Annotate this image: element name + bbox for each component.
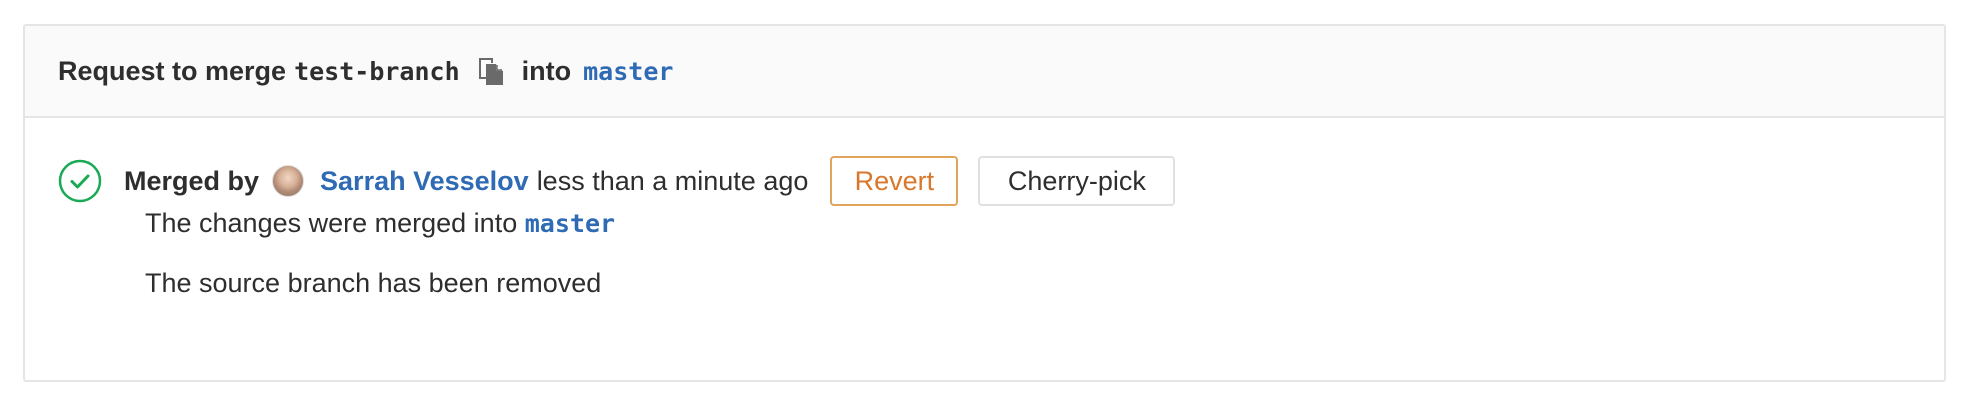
merge-status-row: Merged by Sarrah Vesselov less than a mi… bbox=[58, 156, 1176, 206]
target-branch-link[interactable]: master bbox=[583, 57, 673, 86]
revert-button[interactable]: Revert bbox=[830, 156, 959, 206]
header-into-text: into bbox=[521, 55, 572, 86]
avatar[interactable] bbox=[272, 165, 305, 197]
source-removed-message: The source branch has been removed bbox=[145, 268, 602, 298]
author-link[interactable]: Sarrah Vesselov bbox=[320, 166, 529, 197]
check-circle-icon bbox=[58, 159, 102, 203]
merged-into-text: The changes were merged into bbox=[145, 208, 518, 238]
merged-into-message: The changes were merged into master bbox=[145, 208, 615, 239]
cherry-pick-button[interactable]: Cherry-pick bbox=[978, 156, 1176, 206]
header-prefix: Request to merge bbox=[58, 55, 287, 86]
merged-into-branch-link[interactable]: master bbox=[525, 209, 615, 238]
merged-by-label: Merged by bbox=[124, 165, 260, 196]
merge-time: less than a minute ago bbox=[536, 165, 809, 196]
copy-icon[interactable] bbox=[476, 55, 506, 87]
merge-request-widget: Request to merge test-branch into master… bbox=[23, 24, 1946, 382]
source-branch-name[interactable]: test-branch bbox=[294, 57, 460, 86]
widget-header: Request to merge test-branch into master bbox=[25, 26, 1944, 118]
